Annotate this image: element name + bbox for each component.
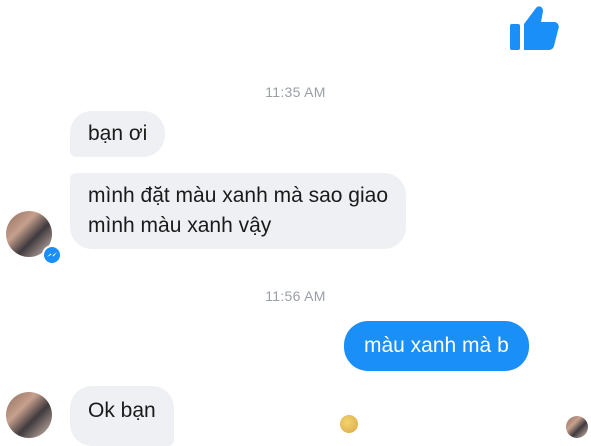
message-text: màu xanh mà b — [364, 334, 509, 357]
incoming-message-bubble[interactable]: bạn ơi — [70, 111, 166, 157]
incoming-message-bubble[interactable]: Ok bạn — [70, 386, 174, 446]
like-thumbs-up-icon[interactable] — [508, 2, 560, 54]
timestamp: 11:56 AM — [265, 288, 326, 304]
sender-avatar[interactable] — [6, 392, 52, 438]
message-text: mình đặt màu xanh mà sao giao — [88, 184, 389, 207]
outgoing-message-bubble[interactable]: màu xanh mà b — [344, 321, 529, 371]
seen-avatar-icon — [566, 416, 588, 438]
timestamp: 11:35 AM — [265, 84, 326, 100]
message-text: Ok bạn — [88, 399, 156, 422]
messenger-badge-icon — [42, 245, 62, 265]
reaction-emoji-icon — [340, 415, 358, 433]
message-text: bạn ơi — [88, 122, 148, 145]
message-text: mình màu xanh vậy — [88, 214, 272, 237]
incoming-message-bubble[interactable]: mình đặt màu xanh mà sao giao mình màu x… — [70, 173, 407, 249]
